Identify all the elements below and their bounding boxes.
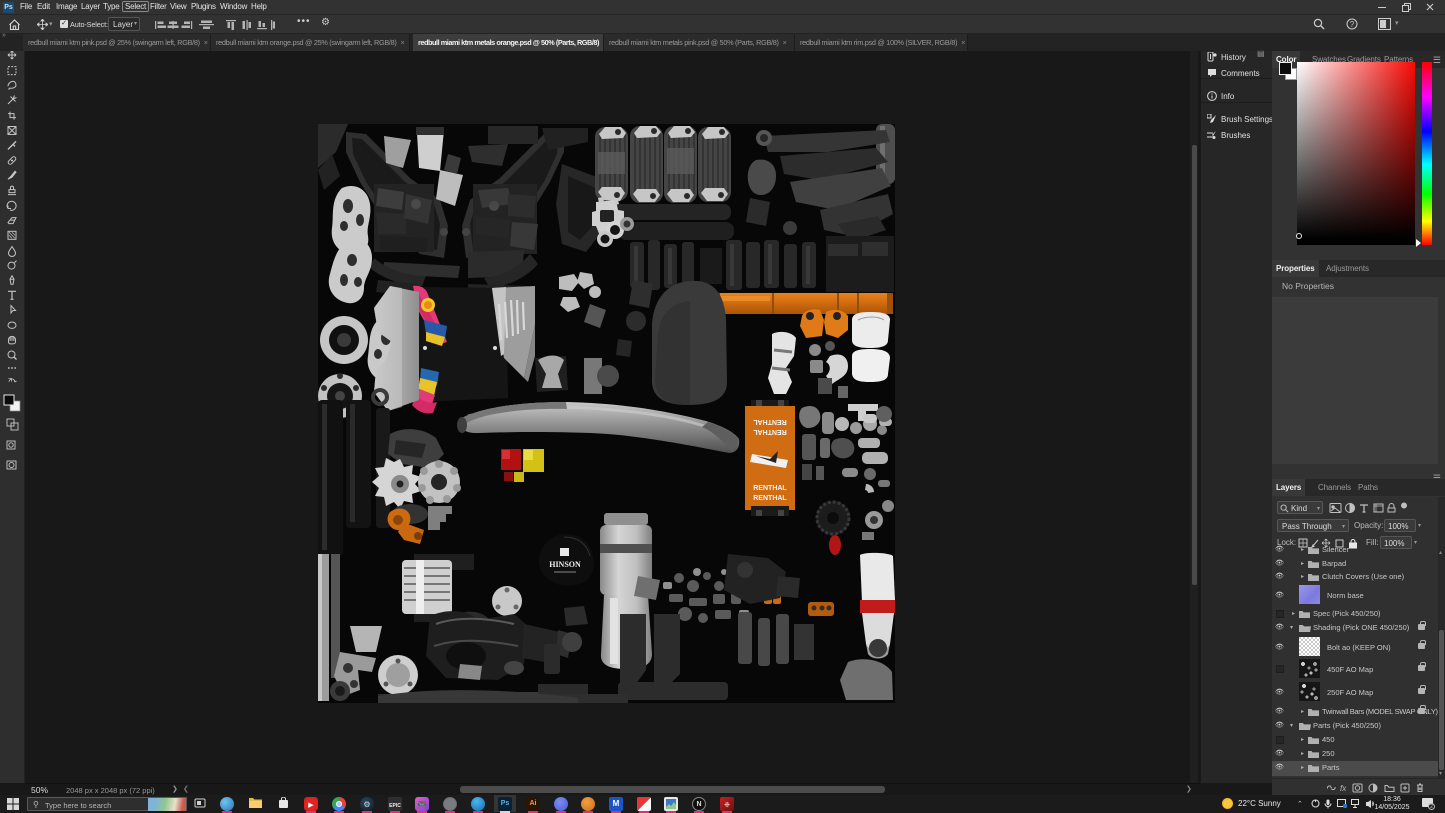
svg-text:RENTHAL: RENTHAL	[753, 428, 787, 435]
svg-text:RENTHAL: RENTHAL	[753, 485, 787, 492]
svg-text:RENTHAL: RENTHAL	[753, 418, 787, 425]
svg-text:RENTHAL: RENTHAL	[753, 495, 787, 502]
svg-text:fx: fx	[1340, 784, 1347, 793]
svg-text:?: ?	[1350, 20, 1355, 29]
svg-text:HINSON: HINSON	[549, 560, 581, 569]
